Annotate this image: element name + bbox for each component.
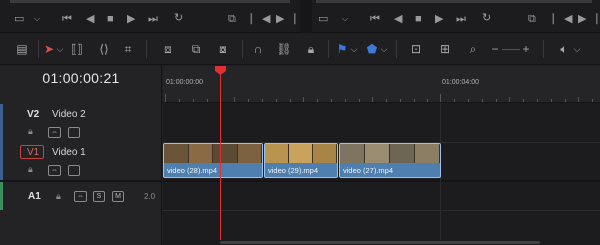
match-frame-icon[interactable]: ⧉ [228,13,236,25]
timeline-scrollbar[interactable] [163,240,600,245]
clip-thumbnail [365,144,390,163]
clip-thumbnail [213,144,238,163]
timeline-viewer-scrubber[interactable] [316,0,592,3]
go-to-start-icon[interactable]: ⏮ [62,13,72,25]
stop-icon-2[interactable]: ■ [415,13,422,25]
marker-icon[interactable]: ⬟ [366,41,378,57]
channel-format: 2.0 [144,192,156,201]
zoom-out-icon[interactable]: − [490,41,500,57]
scrollbar-thumb[interactable] [220,241,540,244]
transport-bar: ▭ ⌵ ⏮ ◀ ■ ▶ ⏭ ↻ ⧉ ⎸◀ ▶⎹ ▭ ⌵ ⏮ ◀ ■ ▶ ⏭ ↻ … [0,0,600,33]
zoom-full-icon[interactable]: ⊡ [405,41,427,57]
mark-out-icon-2[interactable]: ▶⎹ [578,13,597,25]
loop-icon-2[interactable]: ↻ [482,12,491,24]
clip-thumbnail [265,144,289,163]
mark-out-icon[interactable]: ▶⎹ [276,13,295,25]
flag-chevron-icon[interactable]: ⌵ [350,41,358,57]
clip-thumbnail [237,144,262,163]
track-visibility-icon[interactable] [68,127,80,138]
lock-icon[interactable]: 🔒︎ [304,41,318,57]
timeline-ruler[interactable] [163,66,600,103]
lock-icon[interactable]: 🔒︎ [56,191,61,202]
chevron-down-icon[interactable]: ⌵ [34,13,40,25]
timecode-display[interactable]: 01:00:00:21 [0,70,162,86]
timeline-view-icon[interactable]: ▤ [12,41,32,57]
timeline-clip[interactable]: video (27).mp4 [339,143,441,178]
viewer-layout-icon-2[interactable]: ▭ [318,13,328,25]
source-viewer-scrubber[interactable] [10,0,290,3]
clip-name: video (27).mp4 [343,166,394,175]
go-to-end-icon-2[interactable]: ⏭ [456,13,466,25]
clip-thumbnail [415,144,440,163]
replace-icon[interactable]: ⧇ [212,41,234,57]
auto-select-icon[interactable]: ⇔ [48,165,61,176]
flag-icon[interactable]: ⚑ [336,41,348,57]
match-frame-icon-2[interactable]: ⧉ [528,13,536,25]
loop-icon[interactable]: ↻ [174,12,183,24]
clip-thumbnail [188,144,213,163]
play-icon[interactable]: ▶ [127,13,135,25]
play-reverse-icon[interactable]: ◀ [86,13,94,25]
ruler-end-label: 01:00:04:00 [442,79,479,86]
clip-thumbnail [340,144,365,163]
clip-thumbnails [265,144,337,163]
timeline-clip[interactable]: video (28).mp4 [163,143,263,178]
playhead-line[interactable] [220,74,221,245]
zoom-slider[interactable] [502,49,520,50]
track-name[interactable]: Video 2 [52,109,86,120]
zoom-detail-icon[interactable]: ⊞ [434,41,456,57]
solo-button[interactable]: S [93,191,105,202]
clip-thumbnails [164,144,262,163]
ruler-start-label: 01:00:00:00 [166,79,203,86]
marker-chevron-icon[interactable]: ⌵ [380,41,388,57]
lock-icon[interactable]: 🔒︎ [28,164,33,175]
auto-select-icon[interactable]: ⇔ [74,191,87,202]
track-header-v1: V1 Video 1 🔒︎ ⇔ [0,142,162,180]
play-reverse-icon-2[interactable]: ◀ [394,13,402,25]
mark-in-icon-2[interactable]: ⎸◀ [553,13,572,25]
audio-chevron-icon[interactable]: ⌵ [573,41,581,57]
blade-icon[interactable]: ⌗ [120,41,136,57]
clip-thumbnails [340,144,440,163]
zoom-custom-icon[interactable]: ⌕ [462,41,484,57]
clip-name: video (29).mp4 [268,166,319,175]
lock-icon[interactable]: 🔒︎ [28,126,33,137]
clip-thumbnail [289,144,313,163]
edit-toolbar: ▤ ➤ ⌵ ⟦⟧ ⟨⟩ ⌗ ⧈ ⧉ ⧇ ∩ ⛓ 🔒︎ ⚑ ⌵ ⬟ ⌵ ⊡ ⊞ ⌕… [0,33,600,65]
mark-in-icon[interactable]: ⎸◀ [251,13,270,25]
overwrite-icon[interactable]: ⧉ [185,41,207,57]
track-visibility-icon[interactable] [68,165,80,176]
go-to-start-icon-2[interactable]: ⏮ [370,13,380,25]
timeline-clip[interactable]: video (29).mp4 [264,143,338,178]
chevron-down-icon-tool[interactable]: ⌵ [56,41,64,57]
track-name[interactable]: Video 1 [52,147,86,158]
clip-name: video (28).mp4 [167,166,218,175]
viewer-layout-icon[interactable]: ▭ [14,13,24,25]
insert-icon[interactable]: ⧈ [157,41,179,57]
zoom-in-icon[interactable]: + [521,41,531,57]
link-icon[interactable]: ⛓ [276,41,292,57]
auto-select-icon[interactable]: ⇔ [48,127,61,138]
track-header-v2: V2 Video 2 🔒︎ ⇔ [0,104,162,142]
track-id: A1 [28,191,41,202]
dynamic-trim-icon[interactable]: ⟨⟩ [94,41,114,57]
clip-thumbnail [390,144,415,163]
trim-icon[interactable]: ⟦⟧ [67,41,87,57]
audio-icon[interactable]: 🔈︎ [557,41,571,57]
track-id: V1 [27,147,40,158]
clip-thumbnail [164,144,189,163]
track-header-a1: A1 🔒︎ ⇔ S M 2.0 [0,182,162,210]
stop-icon[interactable]: ■ [107,13,114,25]
play-icon-2[interactable]: ▶ [435,13,443,25]
clip-thumbnail [313,144,337,163]
go-to-end-icon[interactable]: ⏭ [148,13,158,25]
selection-arrow-icon[interactable]: ➤ [43,41,55,57]
track-id: V2 [27,109,40,120]
chevron-down-icon-2[interactable]: ⌵ [342,13,348,25]
snapping-icon[interactable]: ∩ [250,41,266,57]
mute-button[interactable]: M [112,191,124,202]
